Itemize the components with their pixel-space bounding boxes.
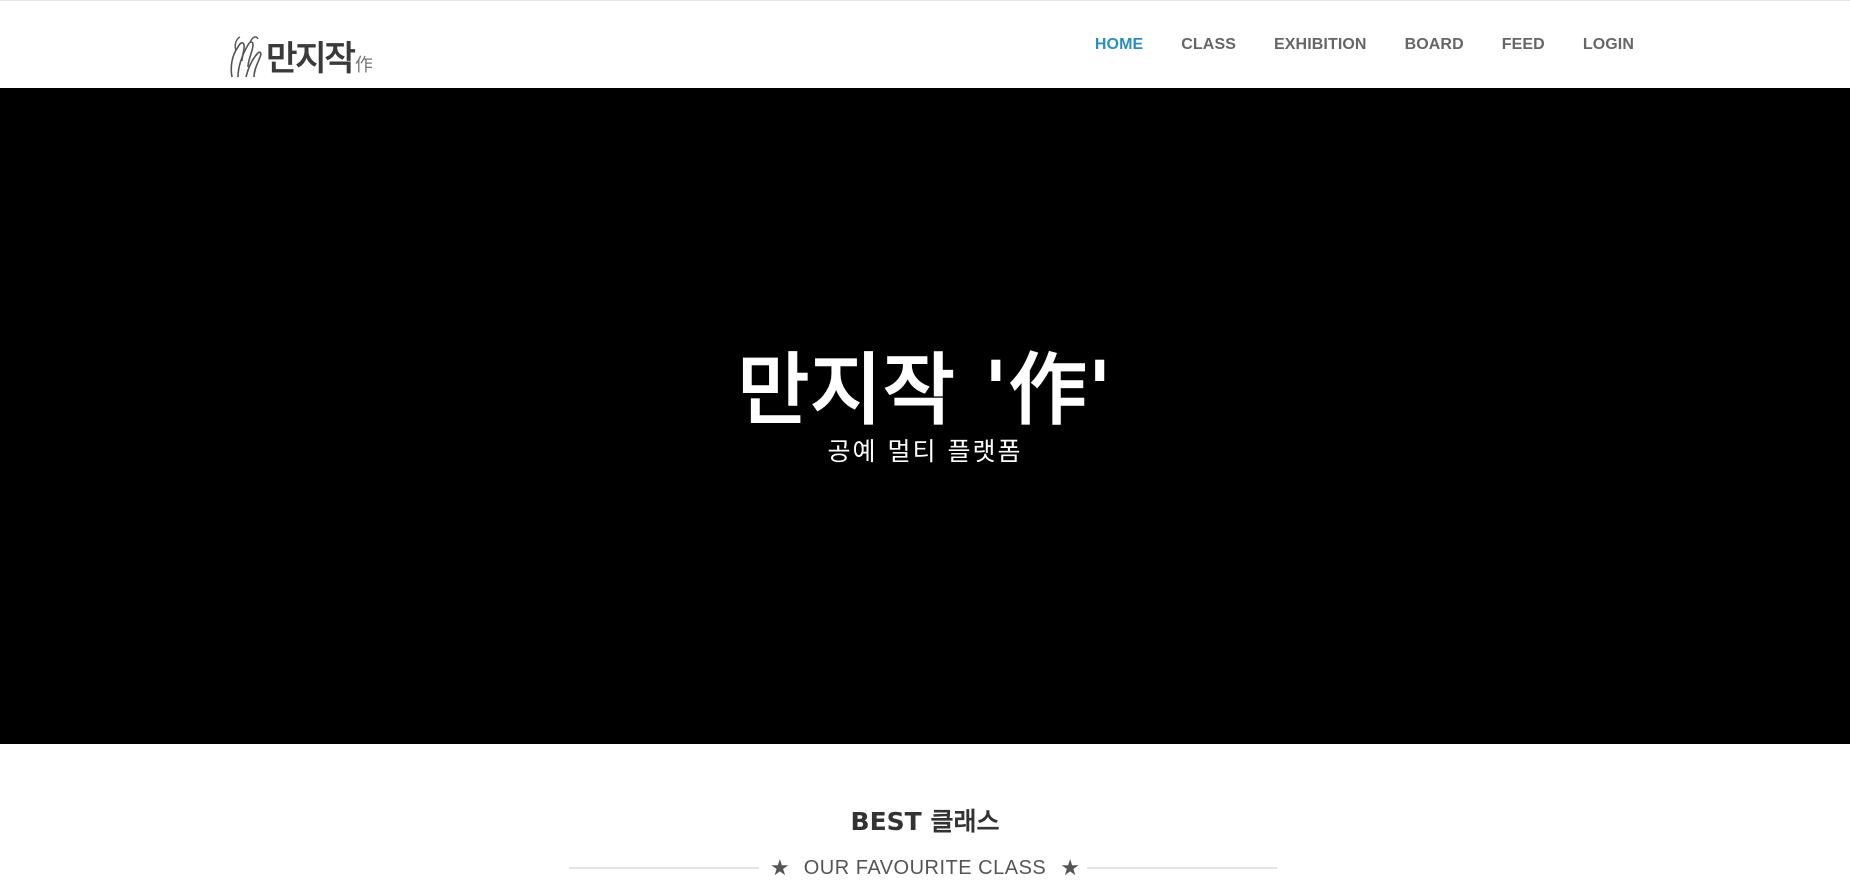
top-navbar: 만지작 作 HOME CLASS EXHIBITION BOARD FEED L… [0, 0, 1850, 88]
nav-item-login[interactable]: LOGIN [1583, 36, 1634, 54]
hands-icon [230, 36, 262, 78]
best-class-title: BEST 클래스 [850, 807, 1000, 836]
site-logo[interactable]: 만지작 作 [226, 31, 373, 81]
nav-item-feed[interactable]: FEED [1502, 36, 1545, 54]
best-class-subtitle: OUR FAVOURITE CLASS [803, 857, 1047, 879]
nav-item-board[interactable]: BOARD [1405, 36, 1464, 54]
hero-title: 만지작 '作' [737, 346, 1113, 436]
divider-label: ★ OUR FAVOURITE CLASS ★ [770, 855, 1080, 880]
nav-item-exhibition[interactable]: EXHIBITION [1274, 36, 1367, 54]
nav-item-class[interactable]: CLASS [1181, 36, 1236, 54]
logo-text: 만지작 [266, 39, 356, 79]
section-divider: ★ OUR FAVOURITE CLASS ★ [0, 855, 1850, 880]
main-nav: HOME CLASS EXHIBITION BOARD FEED LOGIN [1057, 1, 1634, 89]
divider-line-right [1087, 867, 1277, 869]
hero-banner: 만지작 '作' 공예 멀티 플랫폼 [0, 88, 1850, 744]
nav-item-home[interactable]: HOME [1095, 36, 1143, 54]
divider-line-left [569, 867, 759, 869]
star-icon: ★ [1060, 855, 1080, 880]
star-icon: ★ [770, 855, 790, 880]
logo-sub-character: 作 [354, 55, 373, 76]
hero-subtitle: 공예 멀티 플랫폼 [827, 437, 1023, 466]
